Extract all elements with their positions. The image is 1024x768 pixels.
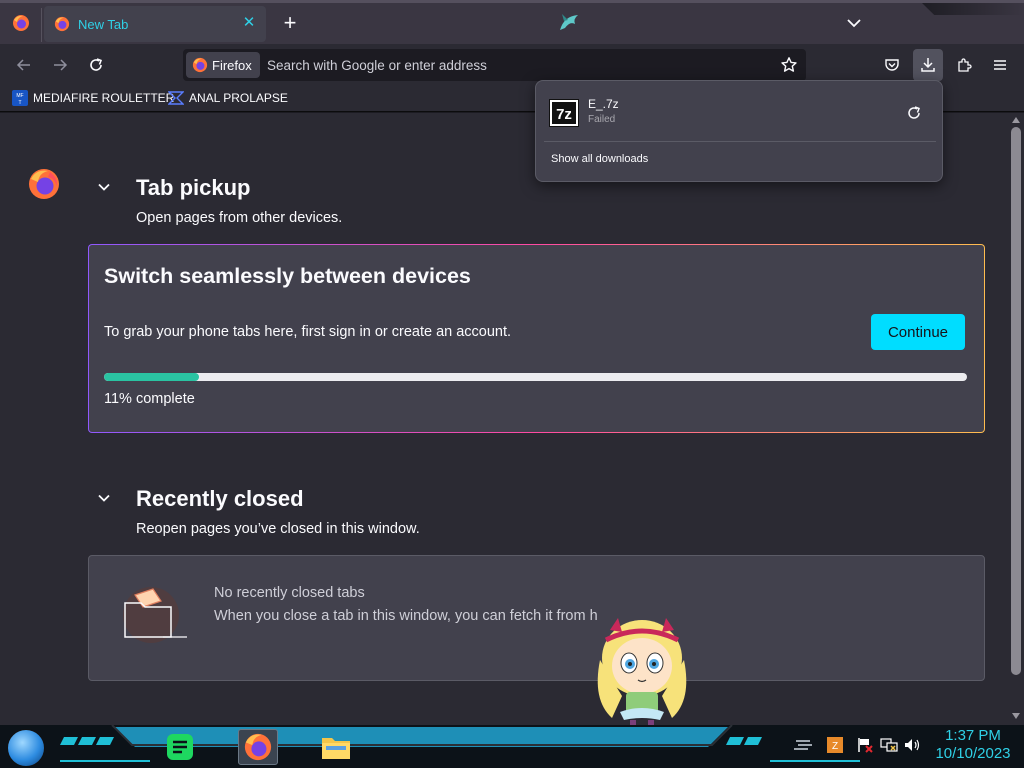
reload-icon [90, 58, 103, 71]
mediafire-icon: MFT [12, 90, 28, 106]
retry-icon [908, 106, 920, 119]
folder-icon [322, 738, 350, 759]
setup-progress-bar [104, 373, 967, 381]
download-filename: E_.7z [588, 97, 619, 111]
bookmark-icon [168, 91, 184, 105]
clock-date[interactable]: 10/10/2023 [930, 745, 1016, 762]
notes-app-icon [167, 734, 193, 760]
tab-pickup-heading: Tab pickup [136, 175, 251, 200]
downloads-button[interactable] [913, 49, 943, 81]
taskbar-app-firefox[interactable] [238, 729, 278, 765]
card-text: To grab your phone tabs here, first sign… [104, 324, 512, 340]
firefox-view-button[interactable] [6, 8, 36, 38]
firefox-view-page: Tab pickup Open pages from other devices… [0, 113, 1008, 725]
address-input[interactable] [267, 49, 747, 81]
progress-fill [104, 373, 199, 381]
volume-icon[interactable] [903, 735, 921, 755]
list-all-tabs-button[interactable] [842, 11, 866, 35]
firefox-icon [13, 15, 29, 31]
identity-box[interactable]: Firefox [186, 52, 260, 78]
puzzle-icon [958, 58, 972, 72]
pocket-icon [885, 59, 899, 71]
tab-strip: New Tab ✕ + [0, 0, 1024, 44]
extensions-button[interactable] [950, 51, 978, 79]
recently-closed-card: No recently closed tabs When you close a… [88, 555, 985, 681]
sync-setup-card: Switch seamlessly between devices To gra… [88, 244, 985, 433]
firefox-icon [244, 733, 272, 761]
cartoon-character-sticker [597, 618, 687, 725]
firefox-icon [192, 57, 208, 73]
empty-state-title: No recently closed tabs [214, 585, 365, 601]
svg-text:7z: 7z [556, 106, 572, 123]
dolphin-icon [556, 10, 584, 38]
tab-separator [41, 8, 42, 42]
tab-new-tab[interactable]: New Tab ✕ [44, 6, 266, 42]
svg-text:MF: MF [16, 93, 23, 99]
url-bar[interactable]: Firefox [183, 49, 806, 81]
star-icon [781, 57, 797, 72]
svg-text:Z: Z [832, 741, 838, 752]
identity-label: Firefox [212, 57, 252, 73]
recently-closed-subtitle: Reopen pages you’ve closed in this windo… [136, 521, 420, 537]
show-desktop-lines-icon[interactable] [794, 735, 812, 755]
scroll-down-arrow[interactable] [1012, 713, 1020, 719]
back-button[interactable] [10, 51, 38, 79]
titlebar-decoration [922, 3, 1024, 15]
empty-folder-icon [123, 587, 187, 643]
bookmark-label: ANAL PROLAPSE [189, 91, 288, 105]
svg-text:T: T [18, 100, 21, 106]
7z-icon: 7z [549, 99, 579, 127]
tray-app-icon[interactable]: Z [826, 735, 844, 755]
scroll-thumb[interactable] [1011, 127, 1021, 675]
scroll-up-arrow[interactable] [1012, 117, 1020, 123]
bookmark-star-button[interactable] [778, 54, 800, 76]
close-icon[interactable]: ✕ [240, 14, 258, 32]
download-icon [921, 58, 935, 72]
tab-title: New Tab [78, 16, 129, 32]
card-title: Switch seamlessly between devices [104, 264, 471, 288]
firefox-logo-icon [29, 169, 59, 199]
clock-time[interactable]: 1:37 PM [938, 727, 1008, 744]
download-item[interactable]: 7z E_.7z Failed [546, 91, 932, 135]
flag-error-icon[interactable] [856, 735, 874, 755]
bookmark-item[interactable]: MF T MEDIAFIRE ROULETTER [12, 88, 174, 108]
recently-closed-heading: Recently closed [136, 486, 304, 511]
firefox-icon [54, 16, 70, 32]
taskbar: Z 1:37 PM 10/10/2023 [0, 725, 1024, 768]
chevron-down-icon[interactable] [96, 179, 112, 195]
empty-state-text: When you close a tab in this window, you… [214, 608, 598, 624]
continue-button[interactable]: Continue [871, 314, 965, 350]
separator [544, 141, 936, 142]
pocket-button[interactable] [878, 51, 906, 79]
download-status: Failed [588, 114, 616, 125]
arrow-left-icon [16, 59, 30, 71]
reload-button[interactable] [82, 51, 110, 79]
bookmark-label: MEDIAFIRE ROULETTER [33, 91, 175, 105]
arrow-right-icon [54, 59, 68, 71]
navigation-toolbar: Firefox [0, 44, 1024, 84]
hamburger-icon [994, 60, 1006, 70]
page-scrollbar[interactable] [1008, 113, 1024, 725]
network-icon[interactable] [880, 735, 898, 755]
taskbar-app-file-explorer[interactable] [316, 729, 356, 765]
retry-download-button[interactable] [904, 103, 924, 123]
new-tab-button[interactable]: + [278, 10, 302, 36]
chevron-down-icon [847, 19, 861, 28]
show-all-downloads-button[interactable]: Show all downloads [551, 153, 648, 165]
start-button[interactable] [7, 729, 45, 767]
bookmark-item[interactable]: ANAL PROLAPSE [168, 88, 288, 108]
forward-button[interactable] [46, 51, 74, 79]
taskbar-app-notes[interactable] [160, 729, 200, 765]
downloads-panel: 7z E_.7z Failed Show all downloads [535, 80, 943, 182]
tab-pickup-subtitle: Open pages from other devices. [136, 210, 343, 226]
app-menu-button[interactable] [986, 51, 1014, 79]
chevron-down-icon[interactable] [96, 490, 112, 506]
progress-label: 11% complete [104, 391, 195, 407]
